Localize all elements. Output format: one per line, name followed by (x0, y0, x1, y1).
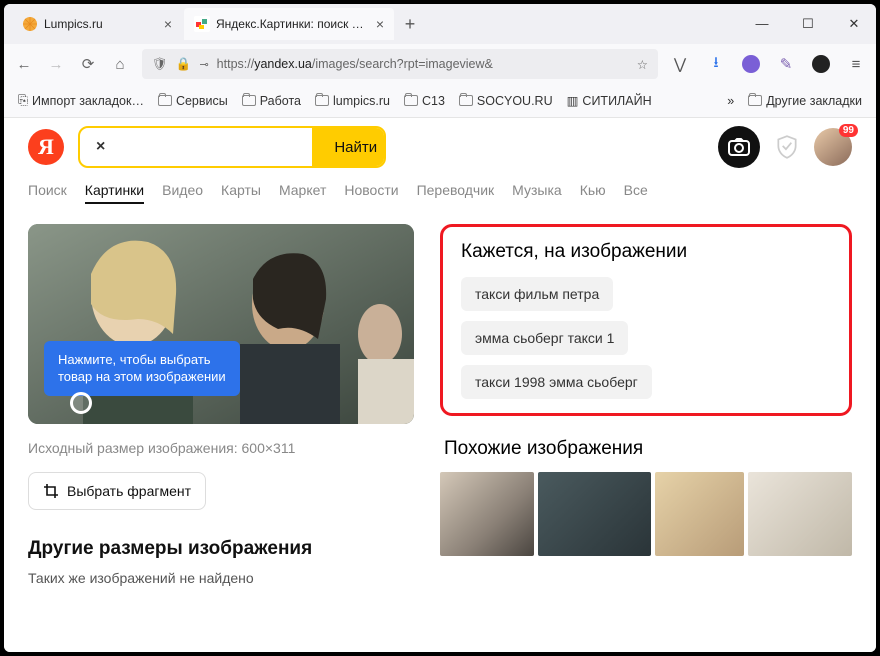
source-size-text: Исходный размер изображения: 600×311 (28, 440, 414, 456)
bookmark-item[interactable]: Работа (242, 94, 301, 108)
crop-button[interactable]: Выбрать фрагмент (28, 472, 206, 510)
tab-video[interactable]: Видео (162, 182, 203, 204)
import-icon: ⎘ (18, 93, 28, 108)
bookmark-bar: ⎘Импорт закладок… Сервисы Работа lumpics… (4, 84, 876, 118)
browser-tab-active[interactable]: Яндекс.Картинки: поиск по из × (184, 8, 394, 40)
close-tab-icon[interactable]: × (164, 16, 172, 32)
shield-icon[interactable]: 🛡 (152, 57, 168, 72)
folder-icon (459, 95, 473, 106)
folder-icon (748, 95, 762, 106)
url-text: https://yandex.ua/images/search?rpt=imag… (217, 57, 629, 71)
tab-music[interactable]: Музыка (512, 182, 562, 204)
browser-tab[interactable]: Lumpics.ru × (12, 8, 182, 40)
camera-search-button[interactable] (718, 126, 760, 168)
close-tab-icon[interactable]: × (376, 16, 384, 32)
bookmark-item[interactable]: Сервисы (158, 94, 228, 108)
favicon-lumpics (22, 16, 38, 32)
tab-news[interactable]: Новости (344, 182, 398, 204)
folder-icon (404, 95, 418, 106)
other-sizes-sub: Таких же изображений не найдено (28, 570, 414, 586)
pocket-icon[interactable]: ⋁ (670, 55, 690, 73)
noscript-icon[interactable] (812, 55, 830, 73)
bookmark-item[interactable]: lumpics.ru (315, 94, 390, 108)
guess-chip[interactable]: эмма сьоберг такси 1 (461, 321, 628, 355)
star-icon[interactable]: ☆ (637, 57, 648, 72)
bookmark-item[interactable]: ⎘Импорт закладок… (18, 93, 144, 108)
new-tab-button[interactable]: + (396, 8, 424, 40)
search-button[interactable]: Найти (312, 128, 386, 166)
site-icon: ▥ (567, 93, 579, 108)
search-input[interactable] (113, 128, 312, 166)
close-window-icon[interactable]: ✕ (840, 16, 868, 32)
similar-thumb[interactable] (655, 472, 744, 556)
guess-chip[interactable]: такси 1998 эмма сьоберг (461, 365, 652, 399)
service-tabs: Поиск Картинки Видео Карты Маркет Новост… (4, 172, 876, 216)
minimize-icon[interactable]: ― (748, 16, 776, 32)
yandex-logo[interactable]: Я (28, 129, 64, 165)
tab-images[interactable]: Картинки (85, 182, 144, 204)
product-marker-icon[interactable] (70, 392, 92, 414)
tab-label: Lumpics.ru (44, 17, 158, 31)
tab-all[interactable]: Все (624, 182, 648, 204)
bookmark-item[interactable]: ▥СИТИЛАЙН (567, 93, 652, 108)
home-icon[interactable]: ⌂ (110, 56, 130, 73)
extension-icon[interactable] (742, 55, 760, 73)
similar-thumb[interactable] (440, 472, 534, 556)
bookmark-item[interactable]: SOCYOU.RU (459, 94, 553, 108)
bookmark-item[interactable]: C13 (404, 94, 445, 108)
tab-maps[interactable]: Карты (221, 182, 261, 204)
tab-translate[interactable]: Переводчик (417, 182, 495, 204)
tab-search[interactable]: Поиск (28, 182, 67, 204)
maximize-icon[interactable]: ☐ (794, 16, 822, 32)
safe-icon[interactable] (774, 134, 800, 160)
guess-chip[interactable]: такси фильм петра (461, 277, 613, 311)
reload-icon[interactable]: ⟳ (78, 55, 98, 73)
folder-icon (158, 95, 172, 106)
search-box: × Найти (78, 126, 386, 168)
tab-label: Яндекс.Картинки: поиск по из (216, 17, 370, 31)
similar-thumb[interactable] (538, 472, 651, 556)
folder-icon (242, 95, 256, 106)
perm-icon[interactable]: ⊸ (199, 58, 208, 71)
guess-panel: Кажется, на изображении такси фильм петр… (440, 224, 852, 416)
similar-thumb[interactable] (748, 472, 852, 556)
source-image[interactable]: Нажмите, чтобы выбрать товар на этом изо… (28, 224, 414, 424)
download-icon[interactable]: ⭳ (706, 52, 726, 77)
other-bookmarks[interactable]: Другие закладки (748, 94, 862, 108)
url-bar[interactable]: 🛡 🔒 ⊸ https://yandex.ua/images/search?rp… (142, 49, 658, 79)
tab-q[interactable]: Кью (580, 182, 606, 204)
similar-title: Похожие изображения (440, 438, 852, 460)
back-icon[interactable]: ← (14, 56, 34, 73)
overflow-icon[interactable]: » (727, 94, 734, 108)
favicon-yandex (194, 16, 210, 32)
feather-icon[interactable]: ✎ (776, 55, 796, 73)
folder-icon (315, 95, 329, 106)
browser-toolbar: ← → ⟳ ⌂ 🛡 🔒 ⊸ https://yandex.ua/images/s… (4, 44, 876, 84)
lock-icon: 🔒 (176, 57, 192, 72)
tab-market[interactable]: Маркет (279, 182, 326, 204)
forward-icon[interactable]: → (46, 56, 66, 73)
user-avatar[interactable]: 99 (814, 128, 852, 166)
crop-icon (43, 483, 59, 499)
other-sizes-title: Другие размеры изображения (28, 538, 414, 560)
product-tip[interactable]: Нажмите, чтобы выбрать товар на этом изо… (44, 341, 240, 396)
menu-icon[interactable]: ≡ (846, 56, 866, 73)
browser-titlebar: Lumpics.ru × Яндекс.Картинки: поиск по и… (4, 4, 876, 44)
guess-title: Кажется, на изображении (461, 241, 831, 263)
notification-badge: 99 (839, 124, 858, 137)
clear-chip-icon[interactable]: × (96, 138, 105, 156)
